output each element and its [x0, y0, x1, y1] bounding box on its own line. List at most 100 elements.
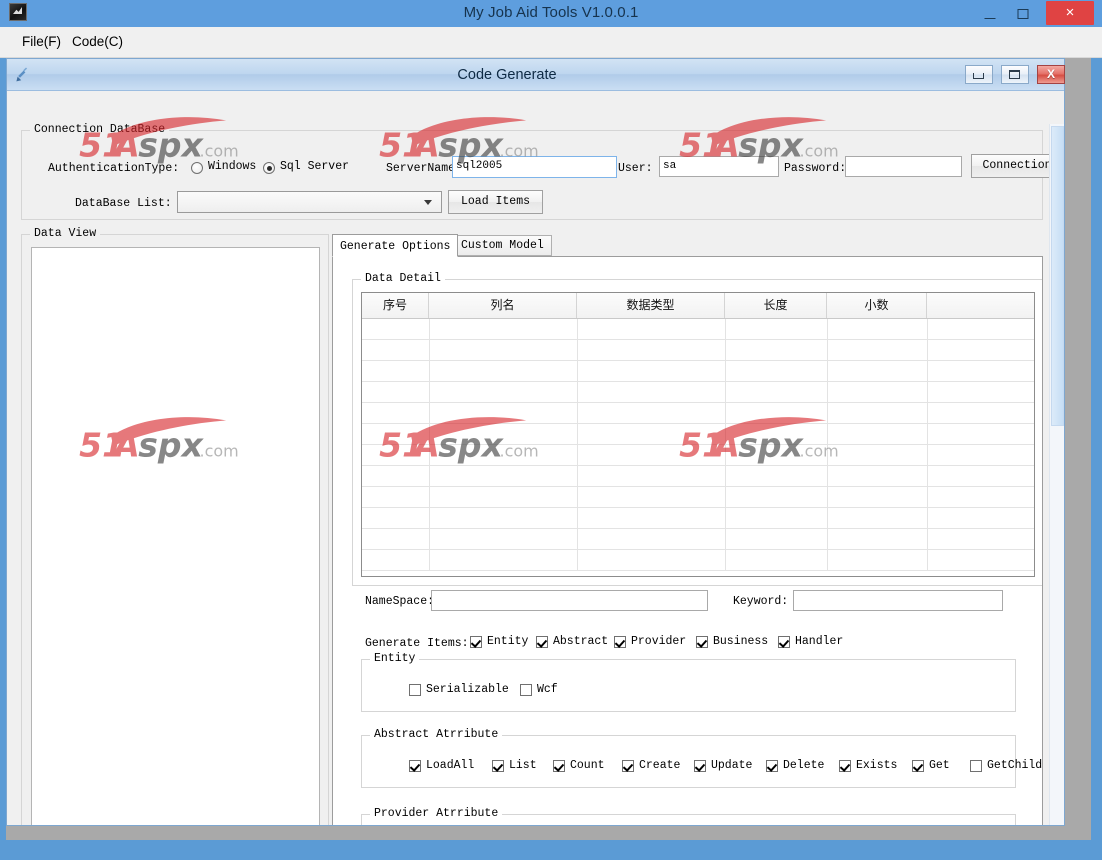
grid-cell-divider	[927, 340, 928, 360]
password-input[interactable]	[845, 156, 962, 177]
tab-custom-model[interactable]: Custom Model	[453, 235, 552, 256]
scrollbar-thumb[interactable]	[1051, 126, 1064, 426]
checkbox-indicator	[470, 636, 482, 648]
table-row[interactable]	[362, 319, 1034, 340]
table-row[interactable]	[362, 466, 1034, 487]
generate-items-label: Generate Items:	[365, 637, 469, 650]
grid-cell-divider	[429, 361, 430, 381]
grid-cell-divider	[927, 361, 928, 381]
window-title: My Job Aid Tools V1.0.0.1	[463, 4, 639, 21]
grid-column-header-4[interactable]: 小数	[827, 293, 927, 318]
connection-group-title: Connection DataBase	[30, 123, 170, 136]
authentication-type-label: AuthenticationType:	[48, 162, 180, 175]
checkbox-indicator	[614, 636, 626, 648]
grid-column-header-1[interactable]: 列名	[429, 293, 577, 318]
database-list-label: DataBase List:	[75, 197, 172, 210]
grid-cell-divider	[725, 319, 726, 339]
data-detail-group: Data Detail 序号 列名 数据类型 长度 小数	[352, 272, 1042, 586]
child-close-button[interactable]: X	[1037, 65, 1065, 84]
database-list-combo[interactable]	[177, 191, 442, 213]
grid-cell-divider	[577, 403, 578, 423]
mdi-client-area: Code Generate X Connection DataBase Auth…	[6, 58, 1091, 840]
table-row[interactable]	[362, 550, 1034, 571]
close-icon: X	[1046, 67, 1055, 81]
grid-cell-divider	[827, 424, 828, 444]
window-minimize-button[interactable]	[975, 0, 1005, 27]
data-detail-title: Data Detail	[361, 272, 445, 285]
window-close-button[interactable]: ×	[1046, 1, 1094, 25]
grid-cell-divider	[927, 487, 928, 507]
servername-input[interactable]: sql2005	[452, 156, 617, 178]
grid-column-header-5[interactable]	[927, 293, 1034, 318]
provider-group-title: Provider Atrribute	[370, 807, 503, 820]
checkbox-label: LoadAll	[426, 759, 475, 772]
grid-cell-divider	[927, 445, 928, 465]
window-maximize-button[interactable]	[1008, 0, 1038, 27]
menu-item-code[interactable]: Code(C)	[66, 33, 129, 50]
table-row[interactable]	[362, 487, 1034, 508]
grid-cell-divider	[577, 382, 578, 402]
grid-cell-divider	[577, 340, 578, 360]
tab-control: Generate Options Custom Model Data Detai…	[332, 234, 1043, 825]
tab-page-generate-options: Data Detail 序号 列名 数据类型 长度 小数 NameSpace: …	[332, 256, 1043, 825]
data-view-panel[interactable]	[31, 247, 320, 825]
minimize-icon	[973, 73, 984, 79]
grid-cell-divider	[725, 508, 726, 528]
checkbox-indicator	[536, 636, 548, 648]
abstract-attribute-group: Abstract Atrribute LoadAll List Count Cr…	[361, 728, 1042, 788]
grid-cell-divider	[725, 550, 726, 570]
connection-database-group: Connection DataBase AuthenticationType: …	[21, 123, 1063, 220]
grid-column-header-0[interactable]: 序号	[362, 293, 429, 318]
table-row[interactable]	[362, 382, 1034, 403]
minimize-icon	[984, 17, 996, 19]
grid-cell-divider	[827, 319, 828, 339]
grid-cell-divider	[827, 403, 828, 423]
checkbox-label: Business	[713, 635, 769, 648]
code-generate-window: Code Generate X Connection DataBase Auth…	[6, 58, 1065, 826]
user-input[interactable]: sa	[659, 156, 779, 177]
table-row[interactable]	[362, 403, 1034, 424]
grid-cell-divider	[577, 487, 578, 507]
grid-cell-divider	[429, 340, 430, 360]
data-view-group: Data View	[21, 227, 329, 825]
checkbox-label: Wcf	[537, 683, 558, 696]
child-minimize-button[interactable]	[965, 65, 993, 84]
grid-cell-divider	[927, 403, 928, 423]
checkbox-indicator	[778, 636, 790, 648]
table-row[interactable]	[362, 529, 1034, 550]
checkbox-label: Provider	[631, 635, 687, 648]
grid-cell-divider	[725, 403, 726, 423]
checkbox-label: Count	[570, 759, 605, 772]
checkbox-label: Create	[639, 759, 681, 772]
load-items-button[interactable]: Load Items	[448, 190, 543, 214]
child-window-scrollbar[interactable]	[1049, 124, 1064, 825]
password-label: Password:	[784, 162, 847, 175]
checkbox-label: Serializable	[426, 683, 509, 696]
grid-column-header-2[interactable]: 数据类型	[577, 293, 725, 318]
grid-cell-divider	[927, 508, 928, 528]
grid-cell-divider	[827, 529, 828, 549]
grid-cell-divider	[577, 445, 578, 465]
table-row[interactable]	[362, 445, 1034, 466]
menu-item-file[interactable]: File(F)	[16, 33, 67, 50]
table-row[interactable]	[362, 340, 1034, 361]
namespace-input[interactable]	[431, 590, 708, 611]
child-maximize-button[interactable]	[1001, 65, 1029, 84]
data-detail-grid[interactable]: 序号 列名 数据类型 长度 小数	[361, 292, 1035, 577]
table-row[interactable]	[362, 424, 1034, 445]
checkbox-indicator	[553, 760, 565, 772]
grid-cell-divider	[429, 508, 430, 528]
grid-cell-divider	[725, 529, 726, 549]
grid-cell-divider	[429, 487, 430, 507]
grid-column-header-3[interactable]: 长度	[725, 293, 827, 318]
checkbox-indicator	[492, 760, 504, 772]
tab-generate-options[interactable]: Generate Options	[332, 234, 459, 257]
menubar: File(F) Code(C)	[0, 27, 1102, 58]
radio-indicator	[263, 162, 275, 174]
radio-indicator	[191, 162, 203, 174]
table-row[interactable]	[362, 508, 1034, 529]
checkbox-label: Exists	[856, 759, 898, 772]
keyword-input[interactable]	[793, 590, 1003, 611]
table-row[interactable]	[362, 361, 1034, 382]
grid-cell-divider	[577, 424, 578, 444]
